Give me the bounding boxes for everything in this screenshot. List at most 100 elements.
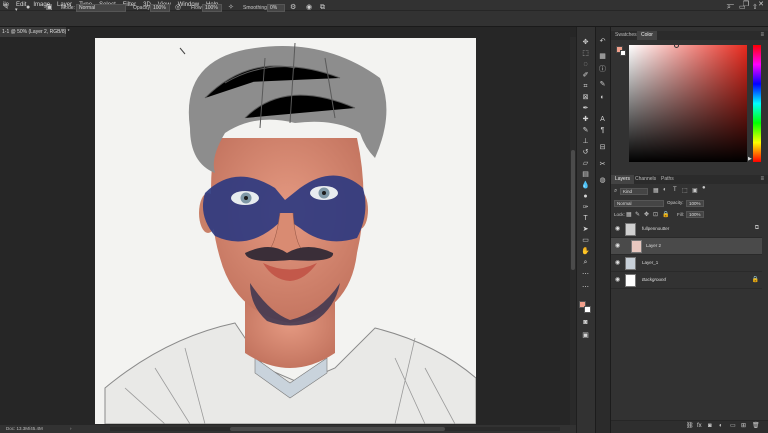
brushes-panel-icon[interactable]: ✎ [597,80,608,89]
document-tab[interactable]: 1-1 @ 50% (Layer 2, RGB/8) * [0,27,70,37]
filter-type-icon[interactable]: T [673,187,677,193]
visibility-eye-icon[interactable]: ◉ [615,276,620,284]
status-arrow-icon[interactable]: › [70,425,72,433]
character-panel-icon[interactable]: A [597,115,608,124]
hand-tool-icon[interactable]: ✋ [580,247,591,256]
saturation-value-field[interactable] [629,45,747,162]
flow-field[interactable]: 100% [202,4,222,12]
crop-tool-icon[interactable]: ⌗ [580,82,591,91]
lasso-tool-icon[interactable]: ◌ [580,60,591,69]
paragraph-panel-icon[interactable]: ¶ [597,126,608,135]
vertical-scroll-thumb[interactable] [571,150,575,270]
stamp-tool-icon[interactable]: ⊥ [580,137,591,146]
frame-tool-icon[interactable]: ⊠ [580,93,591,102]
path-select-tool-icon[interactable]: ➤ [580,225,591,234]
new-group-icon[interactable]: ▭ [730,422,736,430]
lock-position-icon[interactable]: ✥ [644,211,649,218]
pressure-opacity-icon[interactable]: ◎ [175,3,181,13]
blur-tool-icon[interactable]: 💧 [580,181,591,190]
eyedropper-tool-icon[interactable]: ✒ [580,104,591,113]
share-icon[interactable]: ⇧ [752,3,758,13]
layer-filter-kind[interactable]: Kind [620,188,648,195]
symmetry-icon[interactable]: ⧉ [320,3,325,13]
quick-select-tool-icon[interactable]: ✐ [580,71,591,80]
hue-slider-handle-icon[interactable]: ▶ [748,156,752,162]
pen-tool-icon[interactable]: ✑ [580,203,591,212]
filter-pixel-icon[interactable]: ▦ [653,187,659,194]
pressure-size-icon[interactable]: ◉ [306,3,312,13]
search-icon[interactable]: ⌕ [727,3,731,13]
layer-row[interactable]: ◉ fullpennoutter ⧉ [611,221,762,238]
airbrush-icon[interactable]: ✧ [228,3,234,13]
tab-color[interactable]: Color [637,31,657,40]
visibility-eye-icon[interactable]: ◉ [615,225,620,233]
filter-adjustment-icon[interactable]: ◐ [663,187,667,193]
filter-search-icon[interactable]: ⌕ [614,188,617,195]
mode-dropdown[interactable]: Normal [76,4,126,12]
glyphs-panel-icon[interactable]: ◍ [597,176,608,185]
dodge-tool-icon[interactable]: ● [580,192,591,201]
layer-row[interactable]: ◉ Background 🔒 [611,272,762,289]
brush-tool-active-icon[interactable]: ✎ [580,126,591,135]
workspace-icon[interactable]: ▭ [739,3,746,13]
color-panel-background[interactable] [620,50,626,56]
move-tool-icon[interactable]: ✥ [580,38,591,47]
blend-mode-dropdown[interactable]: Normal [614,200,664,207]
filter-shape-icon[interactable]: ⬚ [682,187,688,194]
info-panel-icon[interactable]: ⓘ [597,65,608,74]
close-button[interactable]: ✕ [758,0,764,10]
tab-paths[interactable]: Paths [657,175,678,184]
tool-preset-chevron-icon[interactable]: ▾ [15,5,18,15]
layer-style-icon[interactable]: fx [697,422,702,430]
screen-mode-icon[interactable]: ▣ [580,331,591,340]
healing-tool-icon[interactable]: ✚ [580,115,591,124]
filter-smart-icon[interactable]: ▣ [692,187,698,194]
layer-fill-field[interactable]: 100% [686,211,704,218]
quick-mask-icon[interactable]: ◙ [580,318,591,327]
delete-layer-icon[interactable]: 🗑 [752,422,760,430]
edit-toolbar-icon[interactable]: ⋯ [580,283,591,292]
lock-image-icon[interactable]: ✎ [635,211,640,218]
background-color-swatch[interactable] [584,306,591,313]
visibility-eye-icon[interactable]: ◉ [615,259,620,267]
smoothing-gear-icon[interactable]: ⚙ [290,3,296,13]
tab-channels[interactable]: Channels [631,175,660,184]
lock-artboard-icon[interactable]: ⊡ [653,211,658,218]
type-tool-icon[interactable]: T [580,214,591,223]
filter-toggle-icon[interactable]: ● [702,185,706,191]
layer-name[interactable]: Layer 2 [646,243,661,249]
shape-tool-icon[interactable]: ▭ [580,236,591,245]
layer-link-icon[interactable]: ⧉ [755,225,759,232]
layer-row-selected[interactable]: ◉ Layer 2 [611,238,762,255]
tools-presets-icon[interactable]: ✂ [597,160,608,169]
opacity-field[interactable]: 100% [150,4,170,12]
document-canvas[interactable] [95,38,476,424]
link-layers-icon[interactable]: ⛓ [686,422,694,430]
more-tools-icon[interactable]: ⋯ [580,270,591,279]
gradient-tool-icon[interactable]: ▤ [580,170,591,179]
marquee-tool-icon[interactable]: ⬚ [580,49,591,58]
history-brush-icon[interactable]: ↺ [580,148,591,157]
smoothing-field[interactable]: 0% [267,4,285,12]
visibility-eye-icon[interactable]: ◉ [615,242,620,250]
eraser-tool-icon[interactable]: ▱ [580,159,591,168]
hue-slider[interactable] [753,45,761,162]
lock-all-icon[interactable]: 🔒 [662,211,669,218]
brush-tool-icon[interactable]: ✎ [3,3,9,13]
layer-name[interactable]: Layer_1 [642,260,658,266]
brush-size-icon[interactable]: ● [26,3,30,13]
panel-menu-icon[interactable]: ≡ [760,31,764,39]
layer-name[interactable]: fullpennoutter [642,226,669,232]
layer-name[interactable]: Background [642,277,666,283]
history-panel-icon[interactable]: ↶ [597,37,608,46]
brush-settings-icon[interactable]: ▣ [46,3,53,13]
adjustment-layer-icon[interactable]: ◐ [719,422,723,430]
add-mask-icon[interactable]: ◙ [708,422,712,430]
layer-opacity-field[interactable]: 100% [686,200,704,207]
lock-transparency-icon[interactable]: ▦ [626,211,632,218]
doc-size-info[interactable]: Doc: 13.3M/45.4M [6,425,43,433]
layer-row[interactable]: ◉ Layer_1 [611,255,762,272]
new-layer-icon[interactable]: ⊞ [741,422,746,430]
color-picker-marker[interactable] [674,43,679,48]
horizontal-scroll-thumb[interactable] [230,427,445,431]
